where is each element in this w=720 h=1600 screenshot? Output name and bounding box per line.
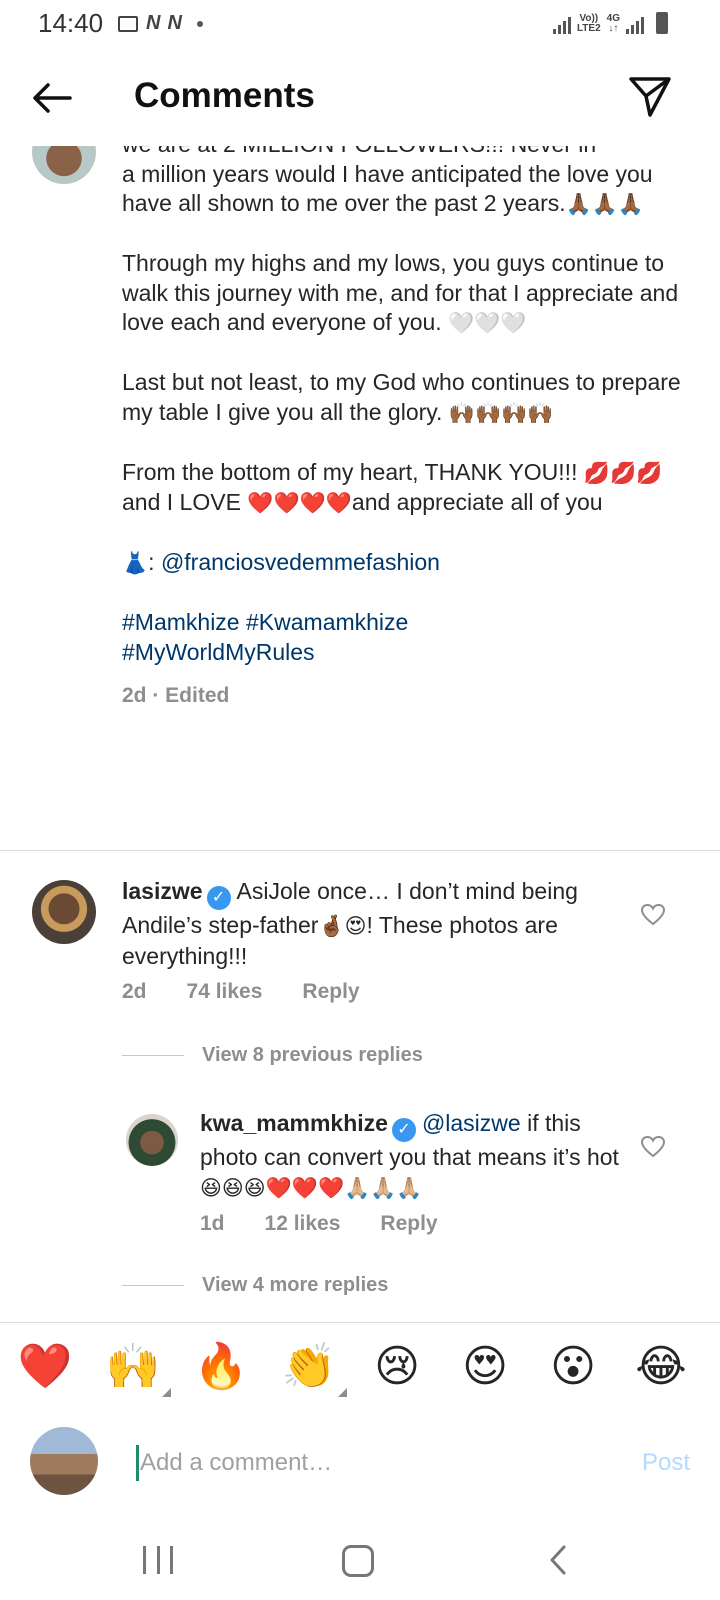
current-user-avatar <box>30 1427 98 1495</box>
comment-meta: 2d 74 likes Reply <box>122 980 360 1004</box>
battery-icon <box>656 12 668 34</box>
comment-emoji: 🤞🏾😍 <box>318 914 367 938</box>
image-icon <box>118 15 138 32</box>
reply-thread-line <box>122 1055 184 1056</box>
network-indicator: 4G ↓↑ <box>606 13 620 34</box>
like-heart-icon[interactable] <box>640 1134 666 1160</box>
app-header: Comments <box>0 46 720 146</box>
view-more-replies-label: View 4 more replies <box>202 1274 389 1296</box>
caption-paragraph-2: Through my highs and my lows, you guys c… <box>122 250 685 335</box>
status-notification-icons: N N <box>118 12 203 35</box>
caption-divider <box>0 850 720 851</box>
white-hearts-emoji: 🤍🤍🤍 <box>448 311 527 335</box>
comment-likes[interactable]: 74 likes <box>187 980 263 1004</box>
commenter-avatar[interactable] <box>32 880 96 944</box>
status-time: 14:40 <box>38 8 104 38</box>
reaction-raised-hands-glyph: 🙌 <box>105 1341 161 1392</box>
caption-partial-line: we are at 2 MILLION FOLLOWERS!!! Never i… <box>122 146 682 160</box>
lte-indicator: Vo)) LTE2 <box>576 13 601 34</box>
status-right-icons: Vo)) LTE2 4G ↓↑ <box>552 12 668 34</box>
n-icon: N <box>146 12 160 34</box>
view-more-replies[interactable]: View 4 more replies <box>122 1274 388 1297</box>
reply-thread-line <box>122 1285 184 1286</box>
caption-separator: : <box>148 549 161 575</box>
hashtag-link[interactable]: #Kwamamkhize <box>246 609 408 635</box>
signal-icon-2 <box>626 16 644 34</box>
caption-paragraph-3: Last but not least, to my God who contin… <box>122 369 688 425</box>
reply-text: kwa_mammkhize ✓ @lasizwe if this photo can… <box>200 1108 630 1203</box>
reaction-clap-glyph: 👏 <box>281 1341 337 1392</box>
back-arrow-icon[interactable] <box>28 74 76 122</box>
praying-hands-emoji: 🙏🏾🙏🏾🙏🏾 <box>565 192 645 216</box>
hashtag-link[interactable]: #Mamkhize <box>122 609 240 635</box>
reply-emoji: 😆😆😆❤️❤️❤️🙏🏼🙏🏼🙏🏼 <box>200 1176 423 1200</box>
caption-paragraph-4a: From the bottom of my heart, THANK YOU!!… <box>122 458 578 485</box>
reaction-heart-emoji[interactable]: ❤️ <box>17 1339 73 1395</box>
reaction-surprised-emoji[interactable]: 😮 <box>545 1339 601 1395</box>
home-icon[interactable] <box>342 1545 374 1577</box>
comment-text: lasizwe ✓ AsiJole once… I don’t mind being… <box>122 876 622 971</box>
hashtag-link[interactable]: #MyWorldMyRules <box>122 639 315 665</box>
reply-username[interactable]: kwa_mammkhize <box>200 1110 388 1136</box>
verified-badge-icon: ✓ <box>206 886 231 910</box>
comment-input-bar: Post <box>0 1413 720 1523</box>
reply-meta: 1d 12 likes Reply <box>200 1212 438 1236</box>
reply-author-avatar[interactable] <box>126 1114 178 1166</box>
raised-hands-emoji: 🙌🏾🙌🏾🙌🏾🙌🏾 <box>448 400 554 425</box>
quick-reaction-bar: ❤️ 🙌 🔥 👏 😢 😍 😮 😂 <box>0 1322 720 1414</box>
system-nav-bar <box>0 1523 720 1600</box>
reply-mention-link[interactable]: @lasizwe <box>422 1110 521 1136</box>
comment-username[interactable]: lasizwe <box>122 878 203 904</box>
view-previous-replies-label: View 8 previous replies <box>202 1044 423 1066</box>
nav-back-icon[interactable] <box>542 1543 576 1577</box>
reaction-fire-emoji[interactable]: 🔥 <box>193 1339 249 1395</box>
reply-button[interactable]: Reply <box>380 1212 437 1236</box>
red-hearts-emoji: ❤️❤️❤️❤️ <box>247 491 352 515</box>
comments-list[interactable]: we are at 2 MILLION FOLLOWERS!!! Never i… <box>0 146 720 1322</box>
verified-badge-icon: ✓ <box>391 1118 416 1142</box>
share-direct-icon[interactable] <box>626 72 674 120</box>
reply-likes[interactable]: 12 likes <box>265 1212 341 1236</box>
page-title: Comments <box>134 76 315 115</box>
status-bar: 14:40 N N Vo)) LTE2 4G ↓↑ <box>0 0 720 46</box>
reply-time: 1d <box>200 1212 225 1235</box>
mention-link[interactable]: @franciosvedemmefashion <box>161 549 440 575</box>
reaction-laugh-tears-emoji[interactable]: 😂 <box>633 1339 689 1395</box>
kiss-mark-emoji: 💋💋💋 <box>583 460 663 485</box>
reply-button[interactable]: Reply <box>302 980 359 1004</box>
post-button[interactable]: Post <box>642 1449 690 1477</box>
dress-emoji: 👗 <box>122 551 149 575</box>
caption-meta: 2d · Edited <box>122 683 230 707</box>
n-icon: N <box>167 12 181 34</box>
caption-paragraph-4c: and appreciate all of you <box>351 489 603 515</box>
caption-paragraph-4b: and I LOVE <box>122 489 241 515</box>
skin-tone-indicator-icon <box>162 1388 171 1397</box>
view-previous-replies[interactable]: View 8 previous replies <box>122 1044 423 1067</box>
comment-time: 2d <box>122 980 147 1003</box>
skin-tone-indicator-icon <box>338 1388 347 1397</box>
post-caption: we are at 2 MILLION FOLLOWERS!!! Never i… <box>122 146 682 710</box>
reaction-cry-emoji[interactable]: 😢 <box>369 1339 425 1395</box>
recent-apps-icon[interactable] <box>143 1546 173 1574</box>
reaction-clap-emoji[interactable]: 👏 <box>281 1339 347 1397</box>
like-heart-icon[interactable] <box>640 902 666 928</box>
reaction-heart-eyes-emoji[interactable]: 😍 <box>457 1339 513 1395</box>
caption-author-avatar[interactable] <box>32 146 96 184</box>
comment-input[interactable] <box>138 1437 592 1489</box>
dot-icon <box>196 20 203 27</box>
reaction-raised-hands-emoji[interactable]: 🙌 <box>105 1339 171 1397</box>
signal-icon <box>552 16 571 34</box>
